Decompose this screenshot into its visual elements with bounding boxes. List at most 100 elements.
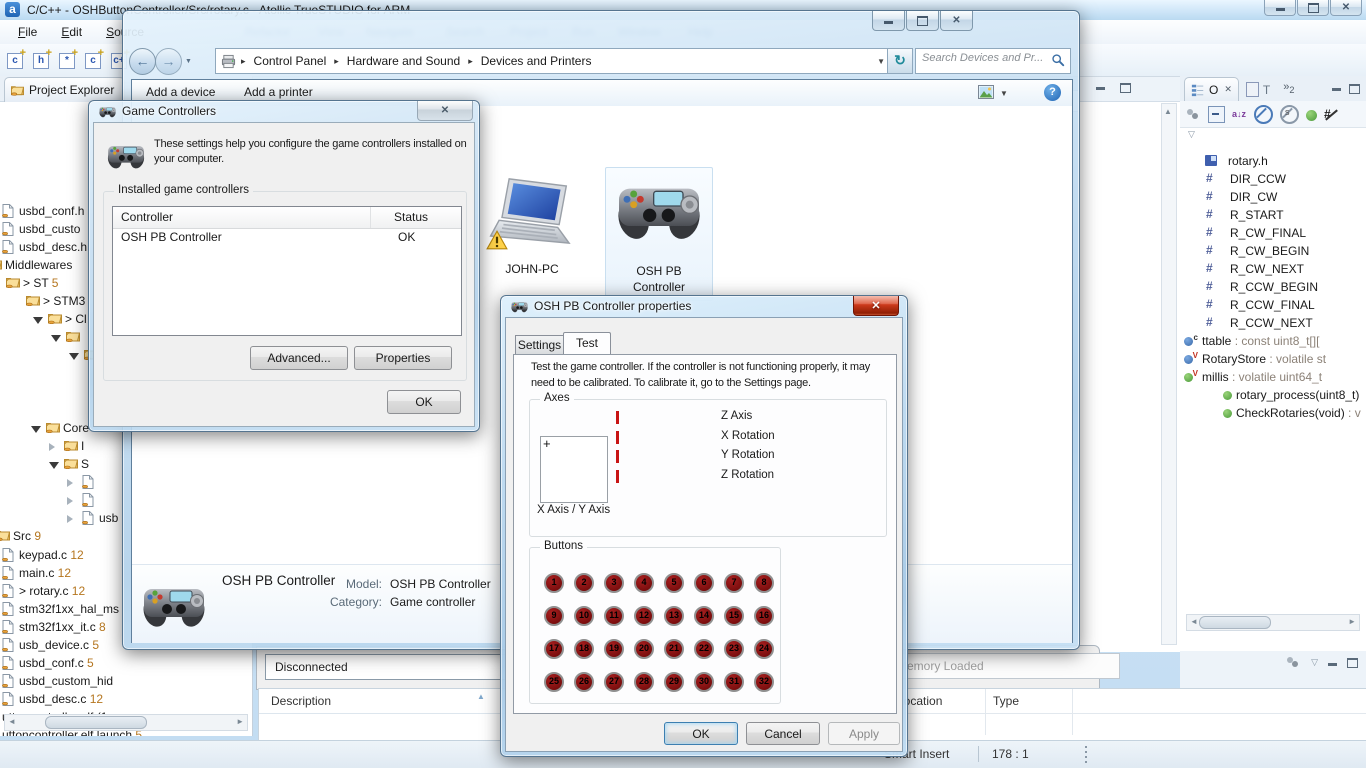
expanded-arrow-icon[interactable]: [69, 353, 79, 360]
editor-vscrollbar[interactable]: ▲: [1161, 103, 1177, 645]
outline-hscrollbar[interactable]: ◄ ►: [1186, 614, 1360, 631]
scrollbar-thumb[interactable]: [1199, 616, 1271, 629]
outline-item[interactable]: VRotaryStore : volatile st: [1180, 351, 1366, 368]
add-printer-button[interactable]: Add a printer: [244, 85, 313, 99]
scroll-up-icon[interactable]: ▲: [1164, 106, 1172, 118]
hide-fields-icon[interactable]: [1254, 105, 1273, 124]
breadcrumb[interactable]: ▸Control Panel▸Hardware and Sound▸Device…: [215, 48, 894, 74]
search-box[interactable]: [915, 48, 1071, 74]
view-menu-icon[interactable]: ▽: [1311, 657, 1318, 668]
hide-inactive-icon[interactable]: #: [1324, 107, 1339, 122]
hide-non-public-icon[interactable]: [1306, 110, 1317, 121]
restore-button[interactable]: [906, 11, 939, 31]
tab-overflow-indicator[interactable]: »2: [1283, 81, 1294, 95]
menu-file[interactable]: File: [6, 23, 49, 41]
editor-maximize-icon[interactable]: [1120, 83, 1131, 93]
tab-project-explorer[interactable]: Project Explorer: [4, 77, 125, 102]
link-with-editor-icon[interactable]: [1186, 107, 1201, 122]
view-maximize-icon[interactable]: [1347, 658, 1358, 668]
tab-outline[interactable]: O ✕: [1184, 77, 1239, 102]
apply-button[interactable]: Apply: [828, 722, 900, 745]
close-icon[interactable]: ✕: [417, 101, 473, 121]
close-icon[interactable]: ✕: [1330, 0, 1362, 16]
scrollbar-thumb[interactable]: [45, 716, 147, 729]
view-menu-icon[interactable]: ▽: [1188, 129, 1195, 140]
tree-item[interactable]: usbd_custom_hid: [0, 673, 252, 690]
editor-minimize-icon[interactable]: [1096, 83, 1105, 90]
collapsed-arrow-icon[interactable]: [49, 443, 55, 451]
scroll-right-icon[interactable]: ►: [1348, 616, 1356, 628]
outline-item[interactable]: rotary_process(uint8_t): [1180, 387, 1366, 404]
view-minimize-icon[interactable]: [1328, 659, 1337, 666]
view-options-icon[interactable]: [978, 85, 994, 99]
close-icon[interactable]: ✕: [853, 296, 899, 316]
breadcrumb-item-1[interactable]: Control Panel: [251, 52, 330, 70]
new-file-button-3[interactable]: *+: [56, 48, 78, 72]
close-icon[interactable]: ✕: [1224, 84, 1232, 95]
outline-item[interactable]: #R_CW_FINAL: [1180, 225, 1366, 242]
device-osh-pb-controller[interactable]: OSH PB Controller: [605, 167, 713, 301]
expanded-arrow-icon[interactable]: [33, 317, 43, 324]
recent-pages-dropdown-icon[interactable]: ▼: [185, 58, 192, 65]
tab-templates[interactable]: T: [1239, 77, 1277, 102]
controllers-list[interactable]: Controller Status OSH PB Controller OK: [112, 206, 462, 336]
advanced-button[interactable]: Advanced...: [250, 346, 348, 370]
search-input[interactable]: [920, 51, 1044, 65]
tab-settings[interactable]: Settings: [515, 335, 564, 355]
outline-item[interactable]: #DIR_CCW: [1180, 171, 1366, 188]
breadcrumb-item-3[interactable]: Devices and Printers: [478, 52, 595, 70]
controller-row[interactable]: OSH PB Controller OK: [113, 228, 461, 247]
column-status[interactable]: Status: [394, 210, 428, 224]
outline-item[interactable]: #DIR_CW: [1180, 189, 1366, 206]
collapsed-arrow-icon[interactable]: [67, 497, 73, 505]
ok-button[interactable]: OK: [664, 722, 738, 745]
expanded-arrow-icon[interactable]: [49, 462, 59, 469]
back-button[interactable]: ←: [129, 48, 156, 75]
new-file-button-2[interactable]: h+: [30, 48, 52, 72]
outline-item[interactable]: cttable : const uint8_t[][: [1180, 333, 1366, 350]
collapsed-arrow-icon[interactable]: [67, 479, 73, 487]
new-file-button-4[interactable]: c+: [82, 48, 104, 72]
outline-item[interactable]: rotary.h: [1180, 153, 1366, 170]
add-device-button[interactable]: Add a device: [146, 85, 215, 99]
link-icon[interactable]: [1286, 655, 1301, 670]
scroll-left-icon[interactable]: ◄: [1190, 616, 1198, 628]
collapse-all-icon[interactable]: [1208, 106, 1225, 123]
outline-item[interactable]: #R_CCW_NEXT: [1180, 315, 1366, 332]
outline-item[interactable]: #R_START: [1180, 207, 1366, 224]
device-john-pc[interactable]: JOHN-PC: [484, 170, 580, 290]
refresh-button[interactable]: ↻: [887, 48, 913, 74]
close-icon[interactable]: ✕: [940, 11, 973, 31]
breadcrumb-item-2[interactable]: Hardware and Sound: [344, 52, 463, 70]
help-icon[interactable]: ?: [1044, 84, 1061, 101]
sort-icon[interactable]: a↓z: [1232, 107, 1247, 122]
project-explorer-hscrollbar[interactable]: ◄ ►: [4, 714, 248, 731]
scroll-left-icon[interactable]: ◄: [8, 716, 16, 728]
hide-static-icon[interactable]: s: [1280, 105, 1299, 124]
properties-button[interactable]: Properties: [354, 346, 452, 370]
minimize-button[interactable]: [1264, 0, 1296, 16]
expanded-arrow-icon[interactable]: [31, 426, 41, 433]
outline-item[interactable]: Vmillis : volatile uint64_t: [1180, 369, 1366, 386]
cancel-button[interactable]: Cancel: [746, 722, 820, 745]
tab-test[interactable]: Test: [563, 332, 611, 354]
tree-item[interactable]: usbd_conf.c 5: [0, 655, 252, 672]
outline-item[interactable]: #R_CW_BEGIN: [1180, 243, 1366, 260]
scroll-right-icon[interactable]: ►: [236, 716, 244, 728]
collapsed-arrow-icon[interactable]: [67, 515, 73, 523]
column-controller[interactable]: Controller: [121, 210, 173, 224]
view-minimize-icon[interactable]: [1332, 84, 1341, 94]
outline-item[interactable]: CheckRotaries(void) : v: [1180, 405, 1366, 422]
expanded-arrow-icon[interactable]: [51, 335, 61, 342]
menu-edit[interactable]: Edit: [49, 23, 94, 41]
outline-item[interactable]: #R_CCW_BEGIN: [1180, 279, 1366, 296]
outline-item[interactable]: #R_CW_NEXT: [1180, 261, 1366, 278]
outline-item[interactable]: #R_CCW_FINAL: [1180, 297, 1366, 314]
ok-button[interactable]: OK: [387, 390, 461, 414]
view-maximize-icon[interactable]: [1349, 84, 1360, 94]
minimize-button[interactable]: [872, 11, 905, 31]
tree-item[interactable]: usbd_desc.c 12: [0, 691, 252, 708]
column-type[interactable]: Type: [993, 689, 1019, 713]
new-file-button-1[interactable]: c+: [4, 48, 26, 72]
forward-button[interactable]: →: [155, 48, 182, 75]
